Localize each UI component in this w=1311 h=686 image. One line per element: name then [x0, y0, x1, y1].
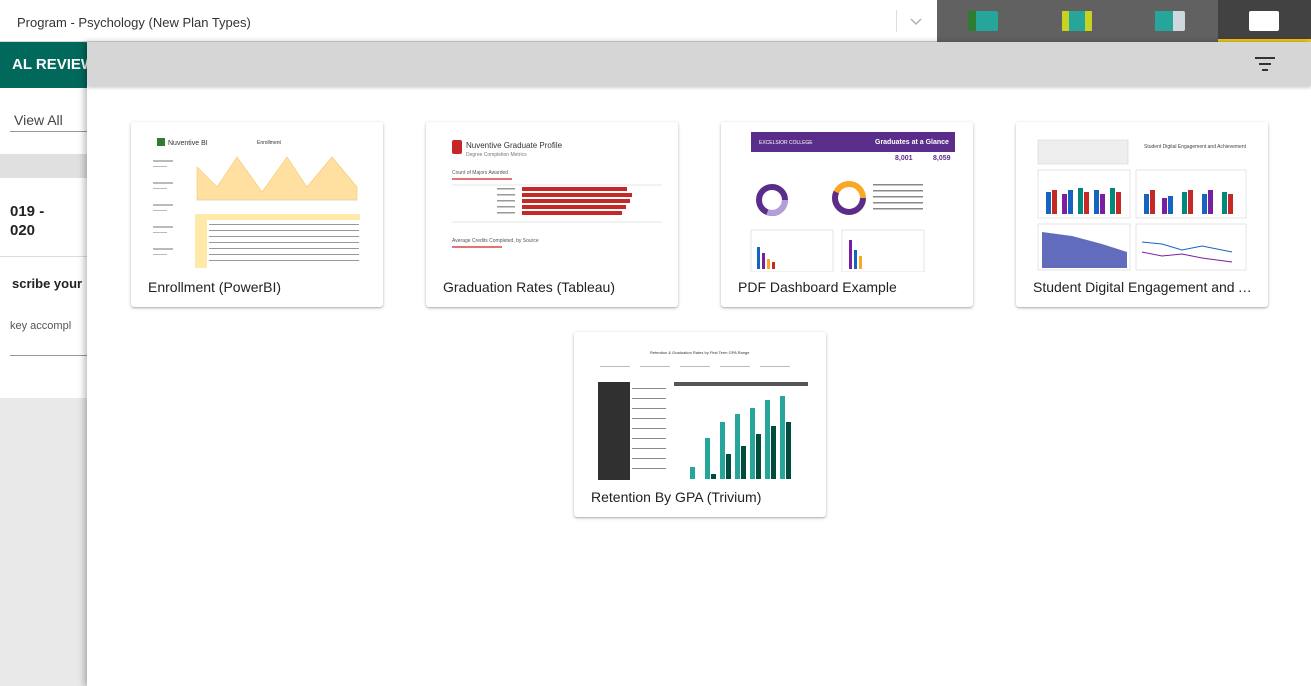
- card-title: Enrollment (PowerBI): [148, 279, 282, 295]
- enrollment-thumbnail: Nuventive BI Enrollment: [147, 132, 367, 272]
- thumb-brand: Nuventive BI: [168, 140, 208, 147]
- dashboard-card-enrollment[interactable]: Nuventive BI Enrollment Enrollment (Powe…: [131, 122, 383, 307]
- view-4-icon: [1248, 11, 1279, 31]
- view-button-2[interactable]: [1031, 0, 1125, 42]
- dashboard-panel: Nuventive BI Enrollment Enrollment (Powe…: [87, 42, 1311, 686]
- card-title: Retention By GPA (Trivium): [591, 489, 762, 505]
- program-select-label: Program - Psychology (New Plan Types): [17, 15, 251, 30]
- card-title: PDF Dashboard Example: [738, 279, 897, 295]
- retention-thumbnail: Retention & Graduation Rates by First Te…: [590, 342, 810, 482]
- describe-heading: scribe your: [12, 276, 83, 291]
- view-2-icon-accent-left: [1061, 11, 1069, 31]
- view-button-4[interactable]: [1217, 0, 1311, 42]
- thumb-heading: Graduates at a Glance: [875, 139, 949, 146]
- dashboard-card-pdf[interactable]: EXCELSIOR COLLEGE Graduates at a Glance …: [721, 122, 973, 307]
- thumb-stat-2: 8,059: [933, 155, 951, 162]
- background-page: AL REVIEW View All 019 - 020 scribe your…: [0, 42, 87, 686]
- view-3-icon-accent: [1155, 11, 1173, 31]
- card-title: Graduation Rates (Tableau): [443, 279, 615, 295]
- filter-line-2: [1259, 63, 1271, 65]
- view-1-icon-accent: [968, 11, 976, 31]
- dashboard-card-retention[interactable]: Retention & Graduation Rates by First Te…: [574, 332, 826, 517]
- review-banner: AL REVIEW: [0, 42, 87, 88]
- divider: [0, 256, 87, 257]
- select-underline: [10, 131, 87, 132]
- section-divider: [0, 154, 87, 178]
- card-title: Student Digital Engagement and Achieveme…: [1033, 279, 1257, 295]
- digital-engagement-thumbnail: Student Digital Engagement and Achieveme…: [1032, 132, 1252, 272]
- select-divider: [896, 10, 897, 32]
- thumb-stat-1: 8,001: [895, 155, 913, 162]
- thumb-caption-2: Average Credits Completed, by Source: [452, 238, 539, 244]
- content-area: [0, 88, 87, 398]
- thumb-heading: Student Digital Engagement and Achieveme…: [1144, 144, 1247, 150]
- dashboard-card-digital-engagement[interactable]: Student Digital Engagement and Achieveme…: [1016, 122, 1268, 307]
- panel-header: [87, 42, 1311, 86]
- year-range-line2: 020: [10, 222, 36, 239]
- view-2-icon-accent-right: [1084, 11, 1092, 31]
- chevron-down-icon[interactable]: [908, 13, 924, 29]
- view-all-select[interactable]: View All: [14, 112, 63, 128]
- thumb-sub: Degree Completion Metrics: [466, 152, 527, 158]
- view-button-3[interactable]: [1124, 0, 1218, 42]
- view-button-1[interactable]: [937, 0, 1031, 42]
- view-switcher: [937, 0, 1311, 42]
- year-range-line1: 019 -: [10, 203, 45, 220]
- graduation-thumbnail: Nuventive Graduate Profile Degree Comple…: [442, 132, 662, 272]
- thumb-brand: EXCELSIOR COLLEGE: [759, 140, 813, 146]
- thumb-heading: Retention & Graduation Rates by First Te…: [650, 350, 750, 355]
- key-accomplishments-text: key accompl: [10, 320, 72, 332]
- filter-line-3: [1262, 69, 1268, 71]
- thumb-brand: Nuventive Graduate Profile: [466, 141, 563, 150]
- program-select[interactable]: Program - Psychology (New Plan Types): [0, 0, 937, 42]
- filter-line-1: [1255, 57, 1275, 59]
- thumb-caption: Count of Majors Awarded: [452, 170, 508, 176]
- pdf-thumbnail: EXCELSIOR COLLEGE Graduates at a Glance …: [737, 132, 957, 272]
- top-bar: Program - Psychology (New Plan Types): [0, 0, 1311, 42]
- field-underline: [10, 355, 87, 356]
- filter-list-icon[interactable]: [1255, 54, 1277, 74]
- dashboard-card-graduation-rates[interactable]: Nuventive Graduate Profile Degree Comple…: [426, 122, 678, 307]
- thumb-heading: Enrollment: [257, 140, 282, 146]
